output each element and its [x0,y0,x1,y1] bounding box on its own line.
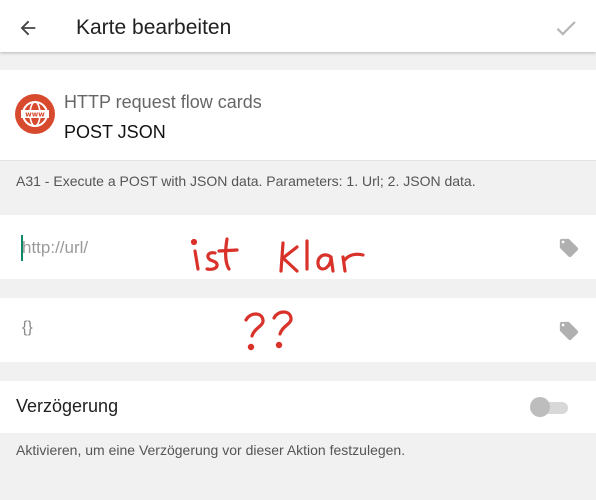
delay-hint: Aktivieren, um eine Verzögerung vor dies… [16,442,406,458]
tag-icon[interactable] [558,320,580,342]
arrow-left-icon [20,20,36,36]
back-button[interactable] [14,14,42,42]
card-description: A31 - Execute a POST with JSON data. Par… [16,173,476,189]
card-header: www HTTP request flow cards POST JSON [0,70,596,160]
app-name: HTTP request flow cards [64,92,262,112]
url-field-row [0,215,596,279]
card-name: POST JSON [64,122,166,142]
text-cursor [21,235,23,261]
description-row: A31 - Execute a POST with JSON data. Par… [0,160,596,215]
confirm-button[interactable] [552,14,580,42]
json-field-row[interactable]: {} [0,298,596,362]
tag-icon[interactable] [558,237,580,259]
handwritten-annotation-question-marks [244,310,293,351]
toggle-thumb [530,397,550,417]
app-bar: Karte bearbeiten [0,0,596,52]
delay-toggle[interactable] [530,396,568,418]
url-input[interactable] [20,235,542,261]
json-input-value[interactable]: {} [22,319,33,337]
delay-label: Verzögerung [16,396,119,416]
check-icon [556,21,576,36]
delay-row: Verzögerung [0,381,596,433]
svg-text:www: www [25,111,45,119]
www-globe-icon: www [15,94,55,134]
page-title: Karte bearbeiten [76,16,232,39]
